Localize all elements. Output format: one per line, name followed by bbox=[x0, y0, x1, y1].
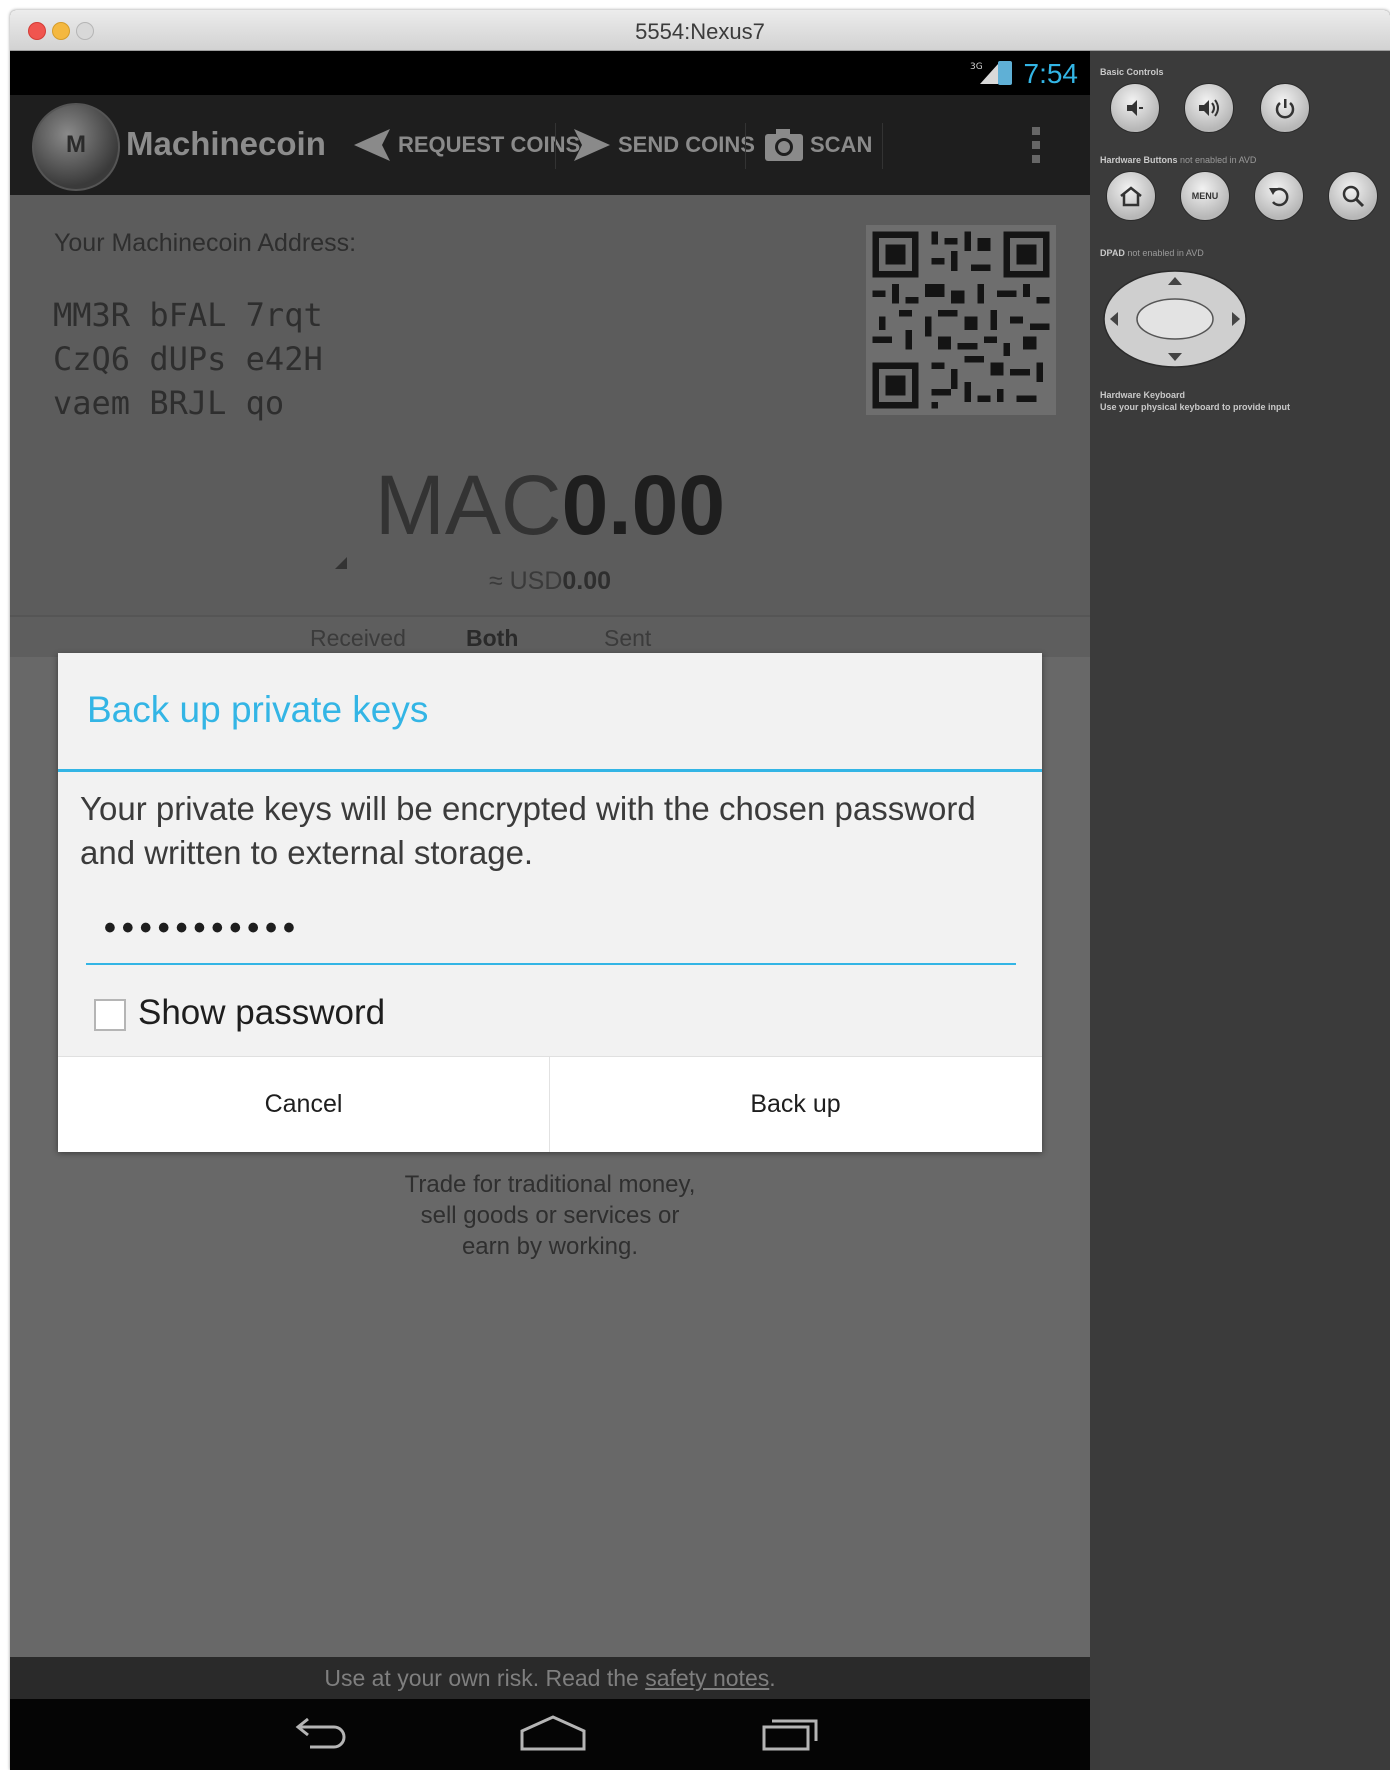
wallet-header: Your Machinecoin Address: MM3R bFAL 7rqt… bbox=[10, 195, 1090, 615]
status-bar: 3G 7:54 bbox=[10, 51, 1090, 95]
password-mask: ••••••••••• bbox=[104, 909, 301, 947]
back-icon[interactable] bbox=[290, 1713, 350, 1753]
hardware-keyboard-note: Use your physical keyboard to provide in… bbox=[1100, 402, 1291, 412]
status-time: 7:54 bbox=[1023, 58, 1079, 89]
hardware-buttons-note: not enabled in AVD bbox=[1180, 155, 1257, 165]
risk-text: Use at your own risk. Read the bbox=[324, 1665, 639, 1691]
hardware-buttons-title: Hardware Buttons bbox=[1100, 155, 1178, 165]
request-coins-label: REQUEST COINS bbox=[398, 132, 581, 157]
show-password-checkbox[interactable] bbox=[94, 999, 126, 1031]
cancel-button[interactable]: Cancel bbox=[58, 1057, 549, 1152]
navigation-bar bbox=[10, 1699, 1090, 1770]
request-coins-button[interactable]: REQUEST COINS bbox=[352, 95, 580, 195]
volume-down-icon bbox=[1127, 100, 1143, 116]
balance-amount: 0.00 bbox=[561, 458, 726, 552]
empty-transactions-text: Trade for traditional money, sell goods … bbox=[10, 1169, 1090, 1262]
arrow-left-icon bbox=[354, 129, 390, 161]
camera-icon bbox=[765, 129, 803, 161]
hardware-home-button[interactable] bbox=[1106, 171, 1156, 221]
risk-suffix: . bbox=[769, 1665, 776, 1691]
backup-keys-dialog: Back up private keys Your private keys w… bbox=[58, 653, 1042, 1152]
dpad-note: not enabled in AVD bbox=[1127, 248, 1204, 258]
hardware-back-button[interactable] bbox=[1254, 171, 1304, 221]
empty-line: sell goods or services or bbox=[420, 1202, 680, 1229]
dialog-title: Back up private keys bbox=[87, 689, 429, 730]
address-line: vaem BRJL qo bbox=[53, 384, 285, 422]
volume-down-button[interactable] bbox=[1110, 83, 1160, 133]
wallet-address[interactable]: MM3R bFAL 7rqt CzQ6 dUPs e42H vaem BRJL … bbox=[53, 293, 323, 425]
qr-code[interactable] bbox=[866, 225, 1056, 415]
device-screen: 3G 7:54 M Machinecoin REQUEST COINS SEND… bbox=[10, 51, 1090, 1770]
emulator-controls-panel: Basic Controls Hardware Buttons not enab… bbox=[1090, 51, 1390, 1770]
volume-up-button[interactable] bbox=[1184, 83, 1234, 133]
hardware-keyboard-label: Hardware Keyboard bbox=[1100, 390, 1186, 400]
arrow-right-icon bbox=[574, 129, 610, 161]
send-coins-label: SEND COINS bbox=[618, 132, 755, 157]
dpad-label: DPAD not enabled in AVD bbox=[1100, 248, 1204, 258]
svg-text:3G: 3G bbox=[970, 62, 983, 72]
address-line: CzQ6 dUPs e42H bbox=[53, 340, 323, 378]
action-bar: M Machinecoin REQUEST COINS SEND COINS S… bbox=[10, 95, 1090, 195]
fiat-amount: 0.00 bbox=[562, 567, 612, 595]
tab-received[interactable]: Received bbox=[310, 625, 406, 652]
back-up-button[interactable]: Back up bbox=[550, 1057, 1041, 1152]
empty-line: earn by working. bbox=[461, 1233, 639, 1260]
balance-display: MAC0.00 bbox=[10, 457, 1090, 554]
signal-icon: 3G bbox=[970, 62, 998, 84]
empty-line: Trade for traditional money, bbox=[404, 1171, 696, 1198]
action-separator bbox=[882, 123, 883, 169]
app-title: Machinecoin bbox=[126, 125, 326, 162]
send-coins-button[interactable]: SEND COINS bbox=[572, 95, 755, 195]
basic-controls-label: Basic Controls bbox=[1100, 67, 1164, 77]
fiat-balance: ≈ USD0.00 bbox=[10, 567, 1090, 596]
password-input[interactable]: ••••••••••• bbox=[86, 909, 1016, 965]
tab-both[interactable]: Both bbox=[466, 625, 518, 652]
battery-icon bbox=[998, 61, 1012, 85]
action-separator bbox=[745, 123, 746, 169]
overflow-menu-icon[interactable] bbox=[1029, 125, 1043, 165]
hardware-search-button[interactable] bbox=[1328, 171, 1378, 221]
risk-disclaimer: Use at your own risk. Read the safety no… bbox=[10, 1657, 1090, 1699]
hardware-buttons-label: Hardware Buttons not enabled in AVD bbox=[1100, 155, 1256, 165]
dialog-title-divider bbox=[58, 769, 1042, 772]
home-icon[interactable] bbox=[518, 1713, 588, 1753]
tab-sent[interactable]: Sent bbox=[604, 625, 651, 652]
emulator-window: 5554:Nexus7 3G 7:54 M Machinecoin REQUES… bbox=[10, 10, 1390, 1770]
power-icon bbox=[1275, 99, 1295, 119]
balance-currency: MAC bbox=[374, 458, 562, 552]
dpad-control[interactable] bbox=[1102, 269, 1248, 369]
app-logo[interactable]: M bbox=[32, 103, 120, 191]
dialog-message: Your private keys will be encrypted with… bbox=[80, 790, 976, 871]
address-label: Your Machinecoin Address: bbox=[54, 229, 357, 257]
window-title: 5554:Nexus7 bbox=[635, 19, 765, 44]
undo-icon bbox=[1269, 187, 1289, 207]
search-icon bbox=[1342, 185, 1365, 208]
address-line: MM3R bFAL 7rqt bbox=[53, 296, 323, 334]
safety-notes-link[interactable]: safety notes bbox=[645, 1665, 769, 1691]
show-password-label[interactable]: Show password bbox=[138, 993, 385, 1033]
action-separator bbox=[555, 123, 556, 169]
home-icon bbox=[1120, 186, 1142, 207]
dialog-button-bar: Cancel Back up bbox=[58, 1056, 1042, 1152]
scan-button[interactable]: SCAN bbox=[764, 95, 872, 195]
fiat-prefix: ≈ USD bbox=[488, 567, 563, 595]
volume-up-icon bbox=[1199, 99, 1219, 117]
recent-apps-icon[interactable] bbox=[760, 1713, 820, 1753]
window-titlebar: 5554:Nexus7 bbox=[10, 10, 1390, 51]
transaction-filter-tabs: Received Both Sent bbox=[10, 615, 1090, 657]
menu-button-label: MENU bbox=[1191, 191, 1219, 201]
scan-label: SCAN bbox=[810, 132, 873, 157]
hardware-menu-button[interactable]: MENU bbox=[1180, 171, 1230, 221]
power-button[interactable] bbox=[1260, 83, 1310, 133]
dpad-title: DPAD bbox=[1100, 248, 1125, 258]
